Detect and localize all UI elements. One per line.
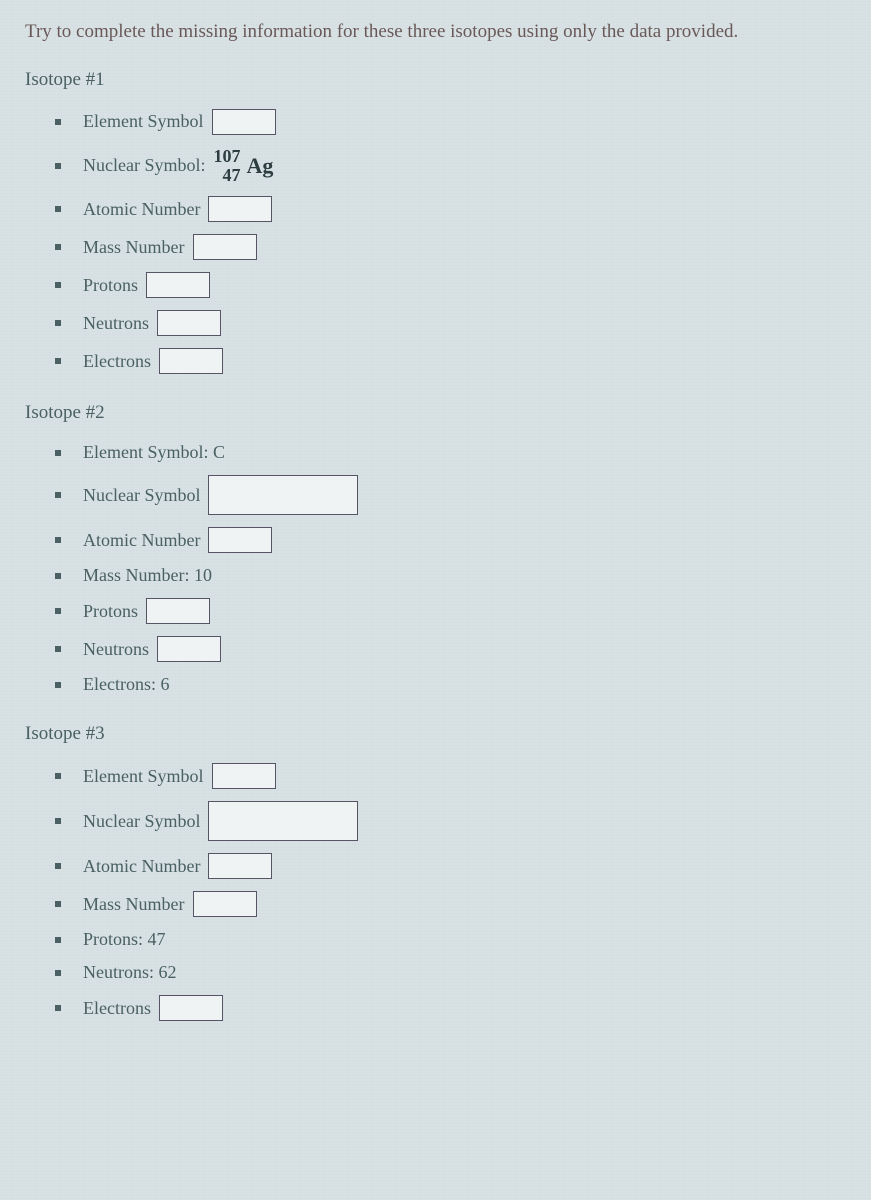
isotope-1-fields: Element Symbol Nuclear Symbol: 107 47 Ag…: [25, 109, 846, 375]
isotope-1-header: Isotope #1: [25, 69, 846, 91]
neutrons-input[interactable]: [157, 310, 221, 336]
instruction-text: Try to complete the missing information …: [25, 20, 846, 45]
element-symbol-input[interactable]: [212, 763, 276, 789]
electrons-input[interactable]: [159, 995, 223, 1021]
element-symbol-label: Element Symbol: [83, 766, 204, 787]
electrons-label: Electrons: [83, 351, 151, 372]
mass-number-label: Mass Number: 10: [83, 565, 212, 586]
atomic-number-label: Atomic Number: [83, 530, 200, 551]
element-symbol-label: Element Symbol: C: [83, 442, 225, 463]
neutrons-label: Neutrons: [83, 639, 149, 660]
mass-number-label: Mass Number: [83, 894, 185, 915]
electrons-label: Electrons: 6: [83, 674, 169, 695]
nuclear-symbol-label: Nuclear Symbol:: [83, 155, 205, 176]
protons-label: Protons: [83, 275, 138, 296]
isotope-2-fields: Element Symbol: C Nuclear Symbol Atomic …: [25, 442, 846, 695]
atomic-number-input[interactable]: [208, 853, 272, 879]
nuclear-symbol-input[interactable]: [208, 475, 358, 515]
protons-input[interactable]: [146, 272, 210, 298]
isotope-2-header: Isotope #2: [25, 402, 846, 424]
mass-number-input[interactable]: [193, 891, 257, 917]
isotope-3-header: Isotope #3: [25, 723, 846, 745]
nuclear-element: Ag: [246, 153, 273, 179]
mass-number-input[interactable]: [193, 234, 257, 260]
atomic-number-input[interactable]: [208, 527, 272, 553]
atomic-number-input[interactable]: [208, 196, 272, 222]
nuclear-mass-number: 107: [213, 147, 240, 166]
nuclear-atomic-number: 47: [222, 166, 240, 185]
electrons-input[interactable]: [159, 348, 223, 374]
nuclear-symbol-input[interactable]: [208, 801, 358, 841]
protons-label: Protons: [83, 601, 138, 622]
nuclear-symbol-label: Nuclear Symbol: [83, 811, 200, 832]
neutrons-label: Neutrons: [83, 313, 149, 334]
atomic-number-label: Atomic Number: [83, 199, 200, 220]
neutrons-input[interactable]: [157, 636, 221, 662]
element-symbol-label: Element Symbol: [83, 111, 204, 132]
neutrons-label: Neutrons: 62: [83, 962, 177, 983]
isotope-3-fields: Element Symbol Nuclear Symbol Atomic Num…: [25, 763, 846, 1021]
atomic-number-label: Atomic Number: [83, 856, 200, 877]
nuclear-symbol-value: 107 47 Ag: [213, 147, 273, 185]
nuclear-symbol-label: Nuclear Symbol: [83, 485, 200, 506]
protons-input[interactable]: [146, 598, 210, 624]
protons-label: Protons: 47: [83, 929, 166, 950]
mass-number-label: Mass Number: [83, 237, 185, 258]
element-symbol-input[interactable]: [212, 109, 276, 135]
electrons-label: Electrons: [83, 998, 151, 1019]
